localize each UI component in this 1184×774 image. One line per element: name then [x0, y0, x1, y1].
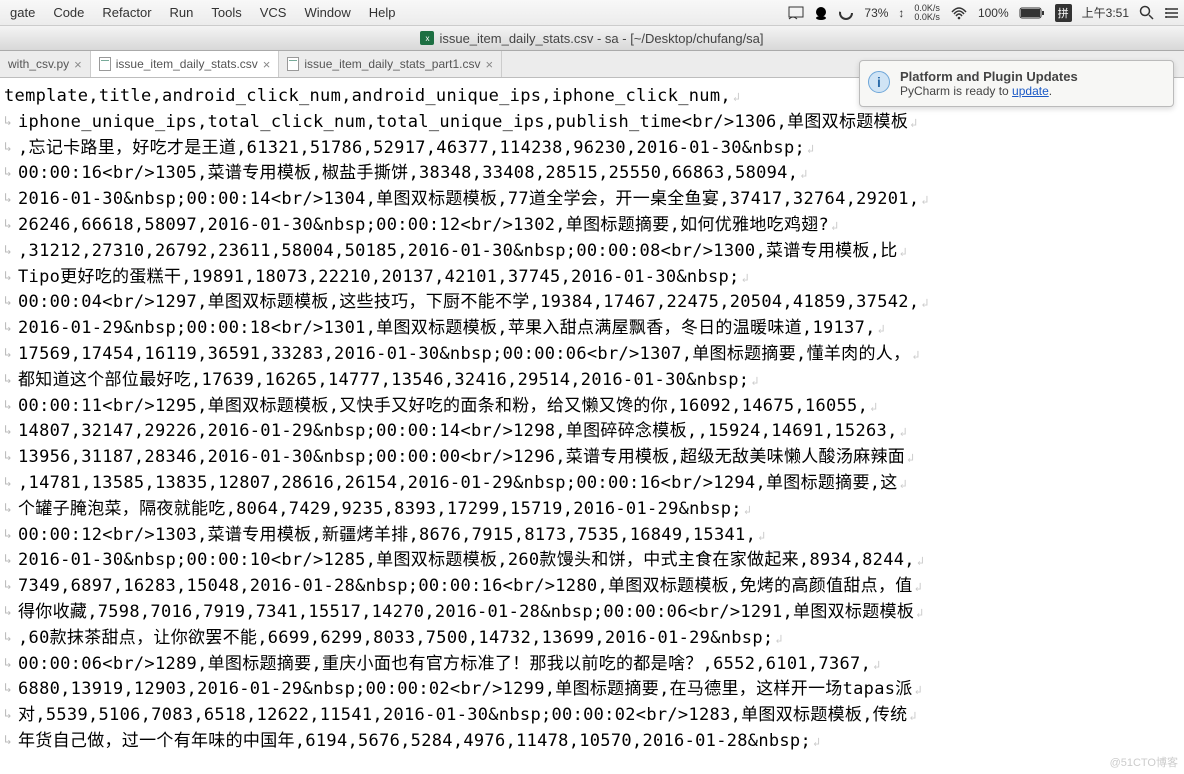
tab-label: issue_item_daily_stats_part1.csv — [304, 57, 480, 71]
editor-line: 2016-01-29&nbsp;00:00:18<br/>1301,单图双标题模… — [4, 316, 1180, 342]
editor-line: 6880,13919,12903,2016-01-29&nbsp;00:00:0… — [4, 677, 1180, 703]
menu-item[interactable]: Refactor — [102, 5, 151, 20]
cast-icon[interactable] — [788, 6, 804, 20]
menu-item[interactable]: Help — [369, 5, 396, 20]
editor-line: ,忘记卡路里，好吃才是王道,61321,51786,52917,46377,11… — [4, 136, 1180, 162]
notification-prefix: PyCharm is ready to — [900, 84, 1012, 98]
editor-line: ,14781,13585,13835,12807,28616,26154,201… — [4, 471, 1180, 497]
editor-line: 17569,17454,16119,36591,33283,2016-01-30… — [4, 342, 1180, 368]
ime-indicator[interactable]: 拼 — [1055, 4, 1072, 22]
editor-line: ,31212,27310,26792,23611,58004,50185,201… — [4, 239, 1180, 265]
excel-icon: x — [420, 31, 434, 45]
menu-item[interactable]: Run — [170, 5, 194, 20]
editor-line: 13956,31187,28346,2016-01-30&nbsp;00:00:… — [4, 445, 1180, 471]
update-link[interactable]: update — [1012, 84, 1049, 98]
status-tray: 73% ↕ 0.0K/s 0.0K/s 100% 拼 上午3:51 — [788, 4, 1180, 22]
updown-arrows-icon: ↕ — [898, 6, 904, 20]
spotlight-icon[interactable] — [1139, 5, 1154, 20]
editor-line: 都知道这个部位最好吃,17639,16265,14777,13546,32416… — [4, 368, 1180, 394]
file-icon — [287, 57, 299, 71]
notification-body: PyCharm is ready to update. — [900, 84, 1163, 98]
editor-line: 00:00:06<br/>1289,单图标题摘要,重庆小面也有官方标准了！那我以… — [4, 652, 1180, 678]
menu-icon[interactable] — [1164, 6, 1180, 20]
tab-stats-csv[interactable]: issue_item_daily_stats.csv × — [91, 51, 280, 77]
editor-line: 26246,66618,58097,2016-01-30&nbsp;00:00:… — [4, 213, 1180, 239]
editor-line: 00:00:16<br/>1305,菜谱专用模板,椒盐手撕饼,38348,334… — [4, 161, 1180, 187]
editor-line: 个罐子腌泡菜，隔夜就能吃,8064,7429,9235,8393,17299,1… — [4, 497, 1180, 523]
clock[interactable]: 上午3:51 — [1082, 4, 1129, 21]
editor-line: Tipo更好吃的蛋糕干,19891,18073,22210,20137,4210… — [4, 265, 1180, 291]
menu-item[interactable]: Code — [53, 5, 84, 20]
info-icon: i — [868, 71, 890, 93]
close-icon[interactable]: × — [485, 57, 493, 72]
window-title: issue_item_daily_stats.csv - sa - [~/Des… — [439, 31, 763, 46]
menu-item[interactable]: VCS — [260, 5, 287, 20]
editor-line: 00:00:04<br/>1297,单图双标题模板,这些技巧，下厨不能不学,19… — [4, 290, 1180, 316]
editor-line: 2016-01-30&nbsp;00:00:10<br/>1285,单图双标题模… — [4, 548, 1180, 574]
macos-menubar: gate Code Refactor Run Tools VCS Window … — [0, 0, 1184, 26]
file-icon — [99, 57, 111, 71]
wifi-percent: 100% — [978, 6, 1009, 20]
battery-icon[interactable] — [1019, 7, 1045, 19]
editor-line: 对,5539,5106,7083,6518,12622,11541,2016-0… — [4, 703, 1180, 729]
editor-line: 得你收藏,7598,7016,7919,7341,15517,14270,201… — [4, 600, 1180, 626]
editor-line: 00:00:12<br/>1303,菜谱专用模板,新疆烤羊排,8676,7915… — [4, 523, 1180, 549]
close-icon[interactable]: × — [263, 57, 271, 72]
watermark: @51CTO博客 — [1110, 754, 1178, 770]
speed-down: 0.0K/s — [914, 13, 940, 22]
editor-line: ,60款抹茶甜点，让你欲罢不能,6699,6299,8033,7500,1473… — [4, 626, 1180, 652]
menu-item[interactable]: gate — [10, 5, 35, 20]
editor-line: 2016-01-30&nbsp;00:00:14<br/>1304,单图双标题模… — [4, 187, 1180, 213]
editor-text[interactable]: template,title,android_click_num,android… — [0, 78, 1184, 761]
app-menu-items: gate Code Refactor Run Tools VCS Window … — [10, 5, 395, 20]
qq-icon[interactable] — [814, 6, 828, 20]
notification-title: Platform and Plugin Updates — [900, 69, 1163, 84]
editor-line: 00:00:11<br/>1295,单图双标题模板,又快手又好吃的面条和粉，给又… — [4, 394, 1180, 420]
editor-line: 14807,32147,29226,2016-01-29&nbsp;00:00:… — [4, 419, 1180, 445]
editor-line: iphone_unique_ips,total_click_num,total_… — [4, 110, 1180, 136]
tab-with-csv[interactable]: with_csv.py × — [0, 51, 91, 77]
wifi-icon[interactable] — [950, 6, 968, 20]
tab-label: with_csv.py — [8, 57, 69, 71]
loading-icon[interactable] — [838, 5, 854, 21]
battery-percent-1: 73% — [864, 6, 888, 20]
editor-line: 年货自己做，过一个有年味的中国年,6194,5676,5284,4976,114… — [4, 729, 1180, 755]
tab-stats-part1-csv[interactable]: issue_item_daily_stats_part1.csv × — [279, 51, 502, 77]
notification-suffix: . — [1049, 84, 1052, 98]
net-speed: 0.0K/s 0.0K/s — [914, 4, 940, 22]
menu-item[interactable]: Tools — [211, 5, 241, 20]
close-icon[interactable]: × — [74, 57, 82, 72]
tab-label: issue_item_daily_stats.csv — [116, 57, 258, 71]
notification-balloon[interactable]: i Platform and Plugin Updates PyCharm is… — [859, 60, 1174, 107]
editor-line: 7349,6897,16283,15048,2016-01-28&nbsp;00… — [4, 574, 1180, 600]
menu-item[interactable]: Window — [304, 5, 350, 20]
window-titlebar: x issue_item_daily_stats.csv - sa - [~/D… — [0, 26, 1184, 51]
